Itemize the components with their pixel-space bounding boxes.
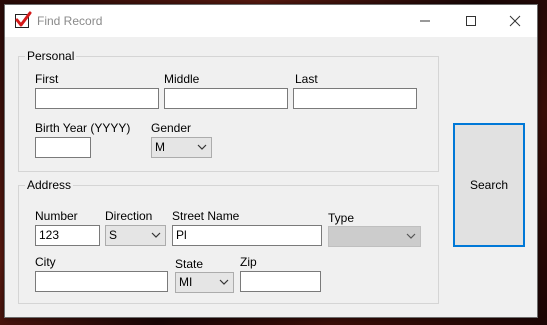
gender-label: Gender bbox=[151, 121, 192, 135]
first-label: First bbox=[35, 72, 59, 86]
type-label: Type bbox=[328, 211, 355, 225]
first-name-input[interactable] bbox=[35, 88, 159, 109]
state-select[interactable]: MI bbox=[175, 272, 234, 293]
state-value: MI bbox=[179, 275, 193, 289]
close-icon bbox=[509, 15, 521, 27]
street-name-label: Street Name bbox=[172, 209, 240, 223]
minimize-button[interactable] bbox=[402, 5, 448, 37]
gender-value: M bbox=[155, 140, 165, 154]
maximize-button[interactable] bbox=[448, 5, 494, 37]
personal-legend: Personal bbox=[25, 49, 77, 63]
last-name-input[interactable] bbox=[293, 88, 417, 109]
street-name-input[interactable]: Pl bbox=[172, 225, 322, 246]
city-label: City bbox=[35, 255, 56, 269]
chevron-down-icon bbox=[406, 233, 416, 239]
direction-label: Direction bbox=[105, 209, 153, 223]
chevron-down-icon bbox=[151, 232, 161, 238]
street-type-select[interactable] bbox=[328, 226, 421, 247]
gender-select[interactable]: M bbox=[151, 137, 212, 158]
street-number-input[interactable]: 123 bbox=[35, 225, 100, 246]
last-label: Last bbox=[295, 72, 318, 86]
birth-year-input[interactable] bbox=[35, 137, 91, 158]
birth-year-label: Birth Year (YYYY) bbox=[35, 121, 131, 135]
zip-input[interactable] bbox=[240, 271, 321, 292]
middle-name-input[interactable] bbox=[164, 88, 288, 109]
number-label: Number bbox=[35, 209, 78, 223]
find-record-window: Find Record Personal First Middle Last B… bbox=[4, 4, 538, 318]
checkbox-check-icon bbox=[15, 11, 32, 28]
chevron-down-icon bbox=[219, 279, 229, 285]
minimize-icon bbox=[420, 20, 430, 22]
state-label: State bbox=[175, 257, 204, 271]
search-button[interactable]: Search bbox=[453, 123, 525, 247]
close-button[interactable] bbox=[492, 5, 538, 37]
maximize-icon bbox=[466, 16, 476, 26]
direction-value: S bbox=[109, 228, 118, 242]
search-button-label: Search bbox=[469, 178, 509, 192]
city-input[interactable] bbox=[35, 271, 168, 292]
address-legend: Address bbox=[25, 178, 74, 192]
window-title: Find Record bbox=[37, 14, 103, 28]
title-bar[interactable]: Find Record bbox=[5, 5, 537, 37]
chevron-down-icon bbox=[197, 144, 207, 150]
zip-label: Zip bbox=[240, 255, 257, 269]
middle-label: Middle bbox=[164, 72, 200, 86]
direction-select[interactable]: S bbox=[105, 225, 166, 246]
